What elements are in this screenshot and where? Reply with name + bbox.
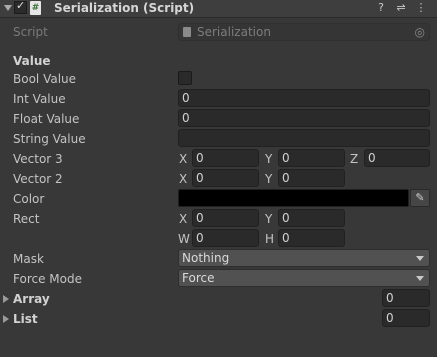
vector3-label: Vector 3 [13, 152, 63, 166]
array-foldout-arrow-icon[interactable] [3, 295, 9, 303]
eyedropper-icon[interactable]: ✎ [410, 189, 430, 207]
rect-h-label[interactable]: H [265, 231, 274, 247]
force-mode-dropdown-value: Force [182, 271, 215, 285]
rect-label: Rect [13, 212, 40, 226]
help-icon[interactable]: ? [374, 0, 388, 16]
mask-label: Mask [13, 252, 44, 266]
string-value-field[interactable] [178, 129, 430, 147]
float-value-label: Float Value [13, 112, 80, 126]
vector2-label: Vector 2 [13, 172, 63, 186]
rect-y-label[interactable]: Y [265, 211, 272, 227]
context-menu-icon[interactable]: ⋮ [414, 0, 428, 16]
component-title: Serialization (Script) [54, 1, 195, 15]
vector2-y-field[interactable]: 0 [278, 169, 345, 187]
list-label[interactable]: List [13, 311, 38, 327]
rect-x-label[interactable]: X [179, 211, 187, 227]
script-file-icon [183, 27, 191, 37]
vector3-y-field[interactable]: 0 [278, 149, 345, 167]
vector3-z-label[interactable]: Z [350, 151, 358, 167]
mask-dropdown-value: Nothing [182, 251, 230, 265]
vector3-y-label[interactable]: Y [265, 151, 272, 167]
bool-value-checkbox[interactable] [178, 71, 192, 85]
vector2-x-label[interactable]: X [179, 171, 187, 187]
component-enabled-checkbox[interactable] [14, 0, 27, 14]
vector2-x-field[interactable]: 0 [192, 169, 259, 187]
script-icon: # [30, 1, 41, 15]
int-value-label: Int Value [13, 92, 66, 106]
rect-w-label[interactable]: W [178, 231, 190, 247]
color-label: Color [13, 192, 45, 206]
rect-h-field[interactable]: 0 [278, 229, 345, 247]
script-field[interactable]: Serialization ◎ [178, 23, 430, 41]
int-value-field[interactable]: 0 [178, 89, 430, 107]
section-value-title: Value [13, 54, 51, 68]
list-foldout-arrow-icon[interactable] [3, 315, 9, 323]
rect-x-field[interactable]: 0 [192, 209, 259, 227]
mask-dropdown[interactable]: Nothing [178, 249, 430, 267]
float-value-field[interactable]: 0 [178, 109, 430, 127]
force-mode-dropdown[interactable]: Force [178, 269, 430, 287]
collapse-arrow-icon[interactable] [4, 5, 12, 11]
array-size-field[interactable]: 0 [382, 289, 430, 307]
script-label: Script [13, 25, 48, 39]
bool-value-label: Bool Value [13, 72, 77, 86]
rect-y-field[interactable]: 0 [278, 209, 345, 227]
force-mode-label: Force Mode [13, 272, 82, 286]
vector3-x-field[interactable]: 0 [192, 149, 259, 167]
vector3-x-label[interactable]: X [179, 151, 187, 167]
chevron-down-icon [416, 276, 424, 281]
list-size-field[interactable]: 0 [382, 309, 430, 327]
preset-settings-icon[interactable]: ⇌ [394, 0, 408, 16]
chevron-down-icon [416, 256, 424, 261]
vector2-y-label[interactable]: Y [265, 171, 272, 187]
rect-w-field[interactable]: 0 [192, 229, 259, 247]
object-picker-icon[interactable]: ◎ [415, 24, 425, 40]
array-label[interactable]: Array [13, 291, 50, 307]
script-field-value: Serialization [197, 25, 271, 39]
color-swatch-field[interactable] [178, 189, 409, 207]
vector3-z-field[interactable]: 0 [364, 149, 430, 167]
string-value-label: String Value [13, 132, 86, 146]
component-header: # Serialization (Script) ? ⇌ ⋮ [0, 0, 437, 18]
